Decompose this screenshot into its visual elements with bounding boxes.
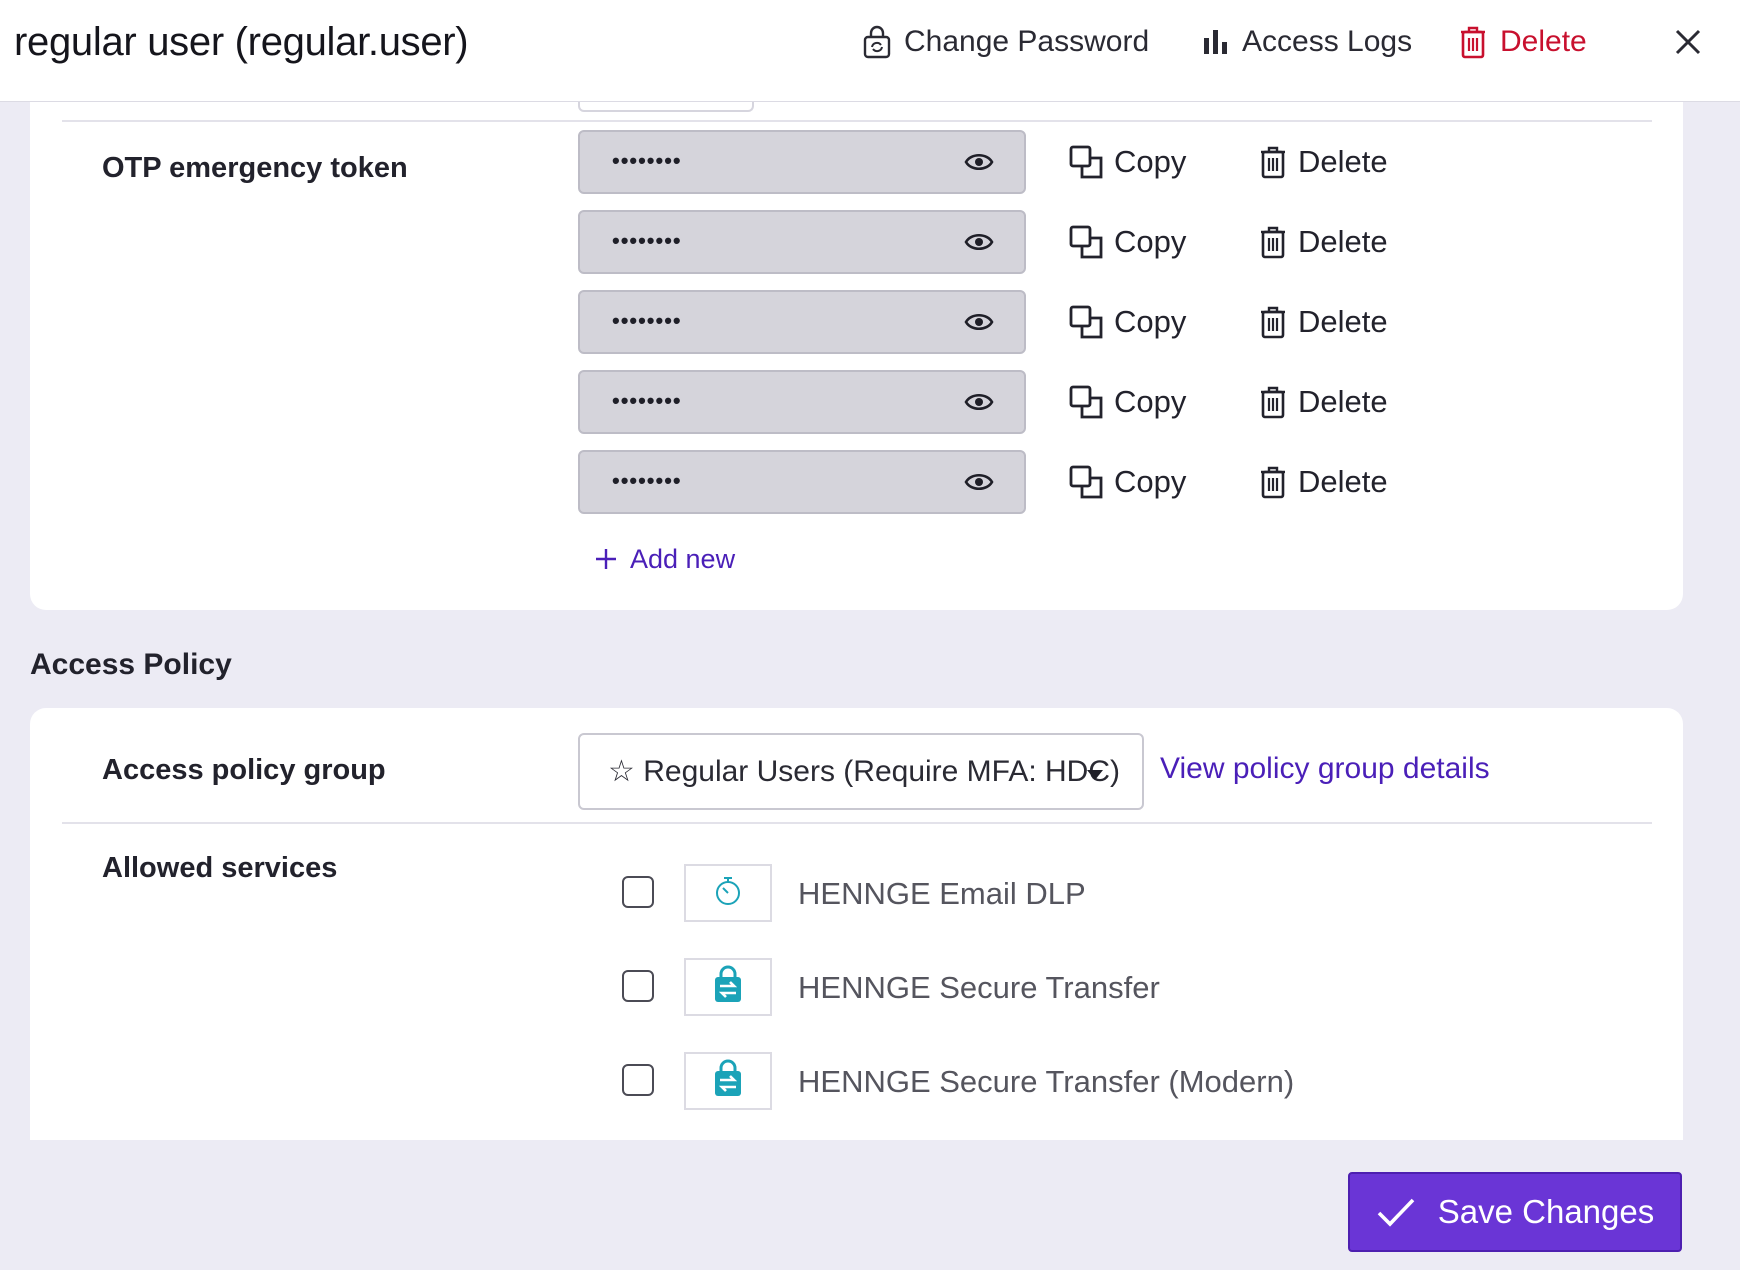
divider [62, 822, 1652, 824]
plus-icon [596, 549, 616, 569]
checkmark-icon [1377, 1198, 1415, 1227]
copy-token-button[interactable]: Copy [1068, 382, 1186, 422]
access-policy-group-value: ☆ Regular Users (Require MFA: HDC) [608, 755, 1121, 788]
service-checkbox[interactable] [622, 970, 654, 1002]
otp-token-field[interactable]: •••••••• [578, 210, 1026, 274]
trash-icon [1261, 146, 1285, 179]
access-logs-button[interactable]: Access Logs [1202, 22, 1412, 62]
access-logs-label: Access Logs [1242, 25, 1413, 58]
trash-icon [1261, 306, 1285, 339]
view-policy-group-details-link[interactable]: View policy group details [1160, 752, 1490, 786]
secure-transfer-icon [710, 1059, 746, 1104]
modal-header: regular user (regular.user) Change Passw… [0, 0, 1740, 102]
add-new-token-button[interactable]: Add new [594, 540, 735, 578]
delete-user-label: Delete [1500, 25, 1587, 58]
bar-chart-icon [1204, 30, 1227, 54]
service-checkbox[interactable] [622, 876, 654, 908]
save-changes-label: Save Changes [1437, 1193, 1655, 1230]
eye-icon[interactable] [964, 230, 994, 254]
service-name: HENNGE Email DLP [798, 876, 1086, 911]
copy-label: Copy [1114, 304, 1187, 339]
delete-token-button[interactable]: Delete [1258, 382, 1388, 422]
copy-label: Copy [1114, 144, 1187, 179]
change-password-label: Change Password [904, 25, 1150, 58]
copy-label: Copy [1114, 224, 1187, 259]
page-title: regular user (regular.user) [14, 20, 469, 64]
eye-icon[interactable] [964, 150, 994, 174]
trash-icon [1261, 466, 1285, 499]
trash-icon [1261, 226, 1285, 259]
copy-icon [1069, 225, 1103, 259]
otp-token-masked-value: •••••••• [612, 388, 682, 413]
service-logo [684, 1052, 772, 1110]
delete-user-button[interactable]: Delete [1458, 22, 1587, 62]
service-name: HENNGE Secure Transfer [798, 970, 1160, 1005]
copy-token-button[interactable]: Copy [1068, 222, 1186, 262]
delete-label: Delete [1298, 144, 1388, 179]
service-logo [684, 864, 772, 922]
delete-label: Delete [1298, 384, 1388, 419]
otp-token-field[interactable]: •••••••• [578, 370, 1026, 434]
otp-token-masked-value: •••••••• [612, 308, 682, 333]
secure-transfer-icon [710, 965, 746, 1010]
lock-refresh-icon [863, 25, 891, 59]
delete-label: Delete [1298, 224, 1388, 259]
access-policy-group-select[interactable]: ☆ Regular Users (Require MFA: HDC) [578, 733, 1144, 810]
trash-icon [1461, 26, 1485, 59]
otp-token-masked-value: •••••••• [612, 148, 682, 173]
service-logo [684, 958, 772, 1016]
copy-label: Copy [1114, 464, 1187, 499]
copy-icon [1069, 305, 1103, 339]
delete-token-button[interactable]: Delete [1258, 462, 1388, 502]
save-changes-button[interactable]: Save Changes [1348, 1172, 1682, 1252]
email-dlp-icon [710, 873, 746, 914]
previous-field-edge [578, 102, 754, 112]
change-password-button[interactable]: Change Password [862, 22, 1149, 62]
trash-icon [1261, 386, 1285, 419]
delete-token-button[interactable]: Delete [1258, 142, 1388, 182]
access-policy-group-label: Access policy group [102, 754, 386, 786]
delete-label: Delete [1298, 304, 1388, 339]
allowed-services-label: Allowed services [102, 852, 338, 884]
add-new-label: Add new [630, 543, 736, 574]
copy-icon [1069, 385, 1103, 419]
copy-token-button[interactable]: Copy [1068, 462, 1186, 502]
delete-token-button[interactable]: Delete [1258, 302, 1388, 342]
otp-emergency-token-label: OTP emergency token [102, 152, 408, 184]
otp-token-field[interactable]: •••••••• [578, 450, 1026, 514]
divider [62, 120, 1652, 122]
close-button[interactable] [1668, 22, 1708, 62]
eye-icon[interactable] [964, 390, 994, 414]
service-checkbox[interactable] [622, 1064, 654, 1096]
otp-token-field[interactable]: •••••••• [578, 290, 1026, 354]
copy-icon [1069, 465, 1103, 499]
copy-token-button[interactable]: Copy [1068, 142, 1186, 182]
delete-label: Delete [1298, 464, 1388, 499]
access-policy-heading: Access Policy [30, 648, 232, 681]
otp-token-field[interactable]: •••••••• [578, 130, 1026, 194]
otp-token-masked-value: •••••••• [612, 468, 682, 493]
copy-token-button[interactable]: Copy [1068, 302, 1186, 342]
otp-token-masked-value: •••••••• [612, 228, 682, 253]
caret-down-icon [1087, 770, 1103, 780]
service-name: HENNGE Secure Transfer (Modern) [798, 1064, 1295, 1099]
close-icon [1675, 29, 1701, 55]
delete-token-button[interactable]: Delete [1258, 222, 1388, 262]
copy-label: Copy [1114, 384, 1187, 419]
eye-icon[interactable] [964, 310, 994, 334]
copy-icon [1069, 145, 1103, 179]
eye-icon[interactable] [964, 470, 994, 494]
